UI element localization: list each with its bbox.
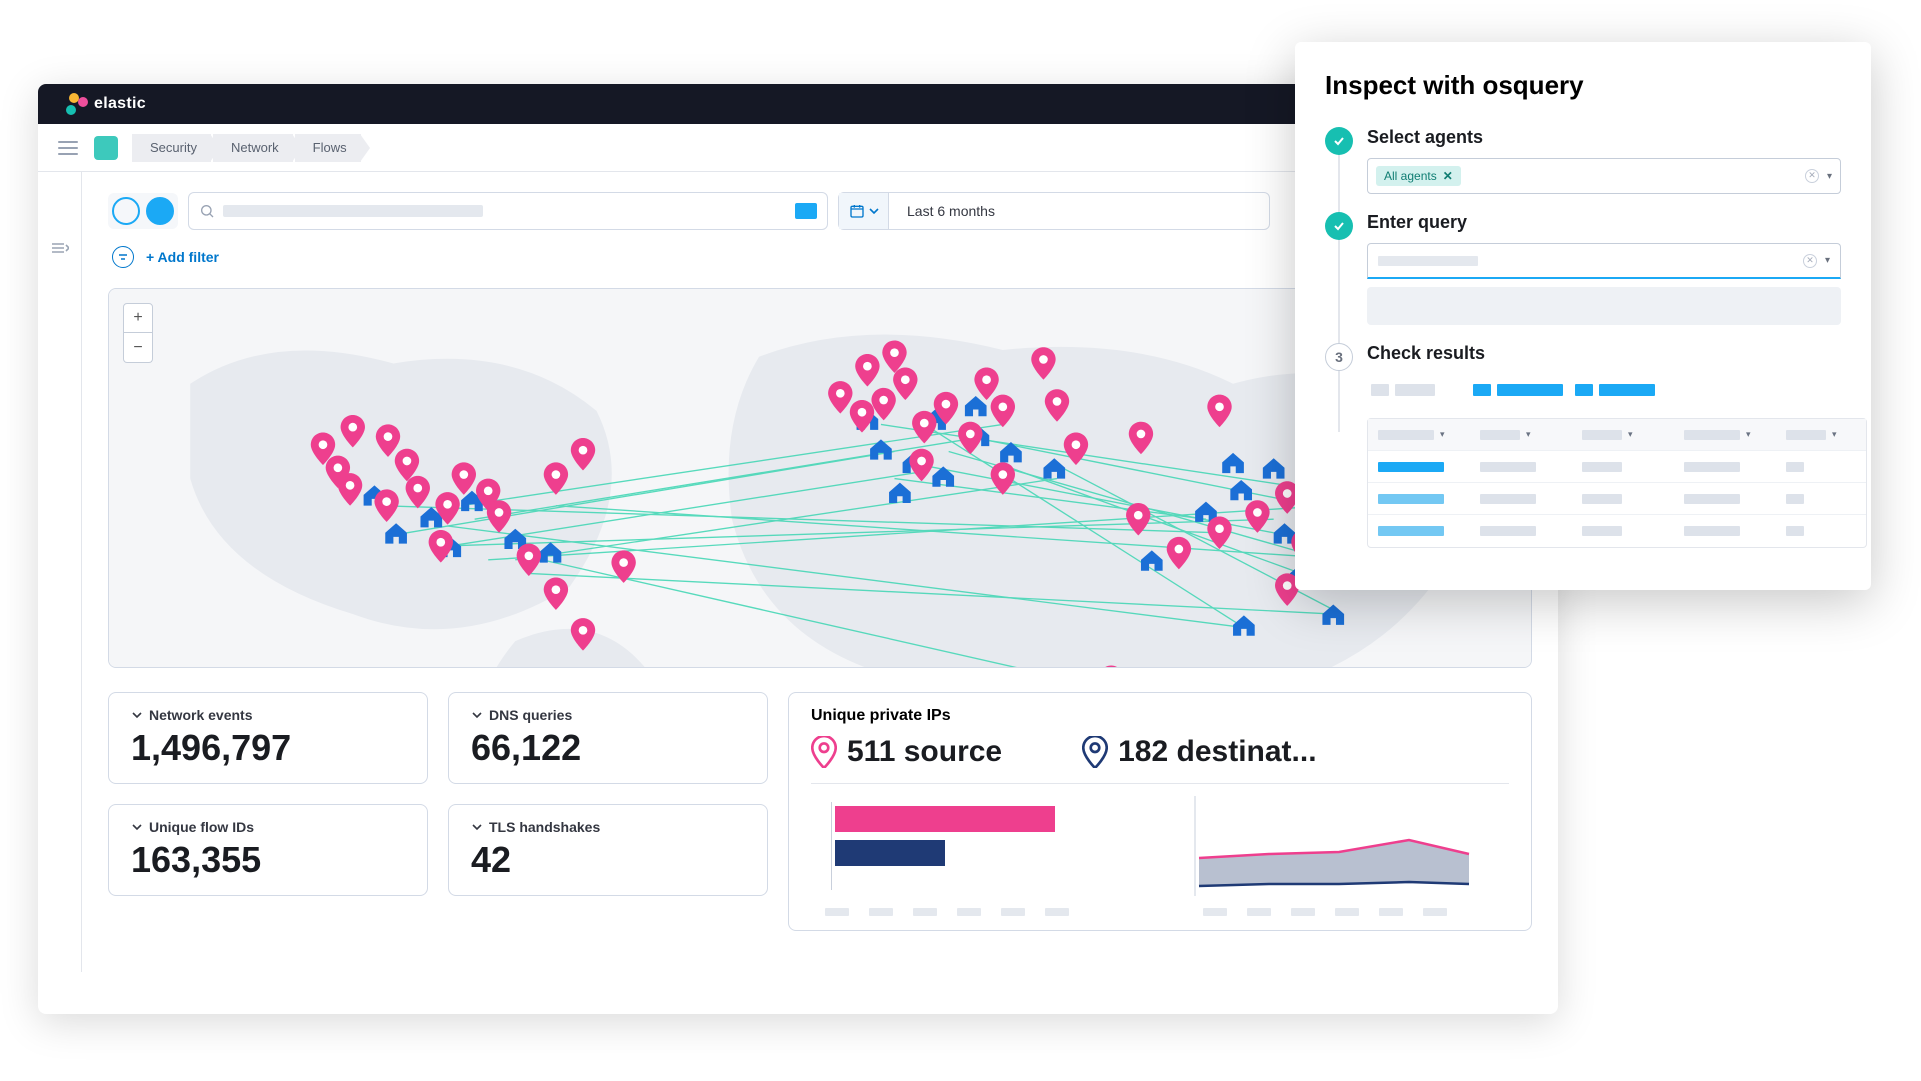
- chevron-down-icon: [869, 206, 879, 216]
- table-row[interactable]: [1368, 451, 1866, 483]
- zoom-out-button[interactable]: −: [123, 333, 153, 363]
- column-header[interactable]: ▾: [1684, 429, 1774, 440]
- step-select-agents: Select agents All agents✕ ✕ ▾: [1325, 127, 1841, 194]
- stat-value: 42: [471, 839, 745, 881]
- chevron-down-icon: [131, 709, 143, 721]
- search-input[interactable]: [188, 192, 828, 230]
- agents-combobox[interactable]: All agents✕ ✕ ▾: [1367, 158, 1841, 194]
- metric-destination: 182 destinat...: [1082, 735, 1316, 769]
- osquery-flyout: Inspect with osquery Select agents All a…: [1295, 42, 1871, 590]
- stat-label: DNS queries: [489, 707, 572, 723]
- date-range-picker[interactable]: Last 6 months: [838, 192, 1270, 230]
- breadcrumb-network[interactable]: Network: [213, 134, 293, 162]
- flyout-title: Inspect with osquery: [1325, 70, 1841, 101]
- source-bar-chart: [811, 796, 1101, 916]
- query-textarea[interactable]: [1367, 287, 1841, 325]
- chevron-down-icon[interactable]: ▾: [1827, 171, 1832, 182]
- stat-value: 163,355: [131, 839, 405, 881]
- mode-lucene-button[interactable]: [146, 197, 174, 225]
- breadcrumb-flows[interactable]: Flows: [295, 134, 361, 162]
- stat-network-events[interactable]: Network events 1,496,797: [108, 692, 428, 784]
- metric-destination-text: 182 destinat...: [1118, 735, 1316, 769]
- zoom-in-button[interactable]: +: [123, 303, 153, 333]
- table-row[interactable]: [1368, 515, 1866, 547]
- column-header[interactable]: ▾: [1480, 429, 1570, 440]
- clear-field-icon[interactable]: ✕: [1803, 254, 1817, 268]
- stat-label: Unique flow IDs: [149, 819, 254, 835]
- chevron-down-icon: [471, 821, 483, 833]
- filter-mode-group: [108, 193, 178, 229]
- stat-label: Network events: [149, 707, 252, 723]
- step-number-badge: 3: [1325, 343, 1353, 371]
- stat-value: 1,496,797: [131, 727, 405, 769]
- step-label: Check results: [1367, 343, 1867, 364]
- side-rail: [38, 172, 82, 972]
- metric-source-text: 511 source: [847, 735, 1002, 769]
- chevron-down-icon: [471, 709, 483, 721]
- calendar-icon[interactable]: [839, 193, 889, 229]
- query-placeholder: [1378, 256, 1478, 266]
- elastic-logo-icon: [66, 93, 88, 115]
- step-label: Select agents: [1367, 127, 1841, 148]
- clear-field-icon[interactable]: ✕: [1805, 169, 1819, 183]
- stats-row: Network events 1,496,797 Unique flow IDs…: [108, 692, 1532, 931]
- column-header[interactable]: ▾: [1378, 429, 1468, 440]
- destination-area-chart: [1189, 796, 1479, 916]
- chevron-down-icon: [131, 821, 143, 833]
- map-zoom-controls: + −: [123, 303, 153, 363]
- column-header[interactable]: ▾: [1582, 429, 1672, 440]
- agent-tag[interactable]: All agents✕: [1376, 166, 1461, 186]
- step-done-icon: [1325, 127, 1353, 155]
- expand-rail-icon[interactable]: [51, 242, 69, 254]
- metric-source: 511 source: [811, 735, 1002, 769]
- stat-label: TLS handshakes: [489, 819, 600, 835]
- location-pin-icon: [1082, 736, 1108, 768]
- step-label: Enter query: [1367, 212, 1841, 233]
- saved-query-select[interactable]: ✕ ▾: [1367, 243, 1841, 279]
- breadcrumb: Security Network Flows: [132, 134, 361, 162]
- column-header[interactable]: ▾: [1786, 429, 1856, 440]
- chevron-down-icon[interactable]: ▾: [1825, 255, 1830, 266]
- stat-tls-handshakes[interactable]: TLS handshakes 42: [448, 804, 768, 896]
- step-check-results: 3 Check results ▾ ▾ ▾ ▾ ▾: [1325, 343, 1841, 548]
- brand-logo[interactable]: elastic: [66, 93, 146, 115]
- stat-value: 66,122: [471, 727, 745, 769]
- stat-unique-flow-ids[interactable]: Unique flow IDs 163,355: [108, 804, 428, 896]
- step-enter-query: Enter query ✕ ▾: [1325, 212, 1841, 325]
- step-done-icon: [1325, 212, 1353, 240]
- app-switcher-icon[interactable]: [94, 136, 118, 160]
- table-header-row: ▾ ▾ ▾ ▾ ▾: [1368, 419, 1866, 451]
- search-placeholder: [223, 205, 483, 217]
- table-row[interactable]: [1368, 483, 1866, 515]
- menu-toggle-icon[interactable]: [58, 141, 78, 155]
- remove-tag-icon[interactable]: ✕: [1443, 169, 1453, 183]
- filter-options-icon[interactable]: [112, 246, 134, 268]
- search-submit-icon[interactable]: [795, 203, 817, 219]
- panel-heading: Unique private IPs: [811, 707, 1509, 725]
- date-range-label: Last 6 months: [889, 203, 1269, 219]
- results-summary-row: [1367, 374, 1867, 406]
- mode-kql-button[interactable]: [112, 197, 140, 225]
- brand-name: elastic: [94, 95, 146, 113]
- search-icon: [199, 203, 215, 219]
- unique-private-ips-panel: Unique private IPs 511 source 182 destin…: [788, 692, 1532, 931]
- stat-dns-queries[interactable]: DNS queries 66,122: [448, 692, 768, 784]
- location-pin-icon: [811, 736, 837, 768]
- results-table: ▾ ▾ ▾ ▾ ▾: [1367, 418, 1867, 548]
- breadcrumb-security[interactable]: Security: [132, 134, 211, 162]
- add-filter-button[interactable]: + Add filter: [146, 249, 219, 265]
